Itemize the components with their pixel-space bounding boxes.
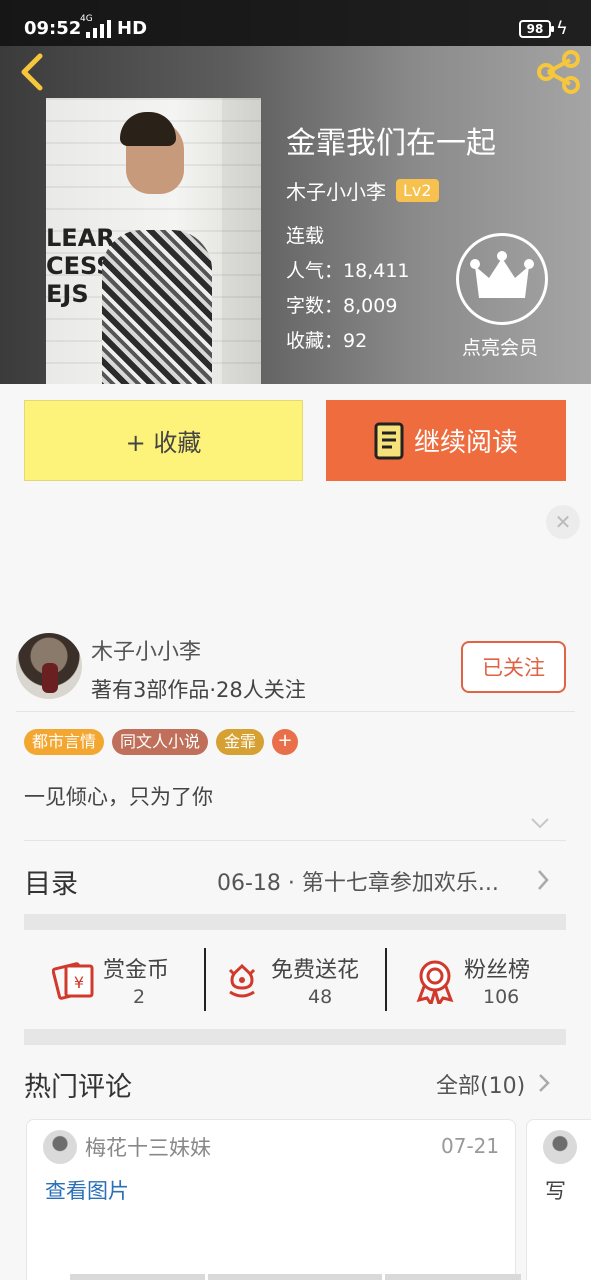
book-header: 09:52 4G HD 98 ϟ LEAR CESS EJS 金霏我们在一起 木… <box>0 0 591 384</box>
comment-card[interactable]: 梅花十三妹妹 07-21 查看图片 <box>26 1119 516 1280</box>
hd-indicator: HD <box>117 18 148 39</box>
stat-value: 48 <box>308 986 333 1008</box>
book-cover-image[interactable]: LEAR CESS EJS <box>46 98 261 384</box>
fan-ranking-item[interactable]: 粉丝榜 106 <box>415 948 555 1012</box>
tag-chip[interactable]: 同文人小说 <box>112 729 209 755</box>
book-icon <box>374 422 404 459</box>
chevron-right-icon[interactable] <box>537 1072 551 1094</box>
comment-body: 写 <box>545 1179 566 1203</box>
author-stats: 著有3部作品·28人关注 <box>91 678 306 702</box>
comment-card[interactable]: 写 <box>526 1119 591 1280</box>
status-bar: 09:52 4G HD 98 ϟ <box>0 0 591 46</box>
card-footer-strip <box>208 1274 382 1280</box>
charging-icon: ϟ <box>556 18 568 39</box>
hot-comments-title: 热门评论 <box>24 1072 132 1103</box>
book-author[interactable]: 木子小小李 <box>286 176 386 205</box>
continue-reading-button[interactable]: 继续阅读 <box>326 400 566 481</box>
divider <box>24 840 566 841</box>
flower-icon <box>228 963 256 998</box>
stat-value: 106 <box>483 986 520 1008</box>
book-title: 金霏我们在一起 <box>286 126 496 161</box>
avatar[interactable] <box>43 1130 77 1164</box>
card-footer-strip <box>385 1274 521 1280</box>
add-tag-button[interactable]: + <box>272 729 299 755</box>
reward-coins-item[interactable]: ¥ 赏金币 2 <box>50 948 180 1012</box>
continue-reading-label: 继续阅读 <box>413 428 518 458</box>
section-separator <box>24 914 566 930</box>
avatar[interactable] <box>543 1130 577 1164</box>
cover-figure <box>102 230 212 384</box>
chevron-right-icon[interactable] <box>536 868 550 892</box>
toc-title[interactable]: 目录 <box>24 862 78 901</box>
all-comments-link[interactable]: 全部(10) <box>436 1068 525 1100</box>
author-name[interactable]: 木子小小李 <box>91 634 201 666</box>
stat-value: 2 <box>133 986 146 1008</box>
ribbon-medal-icon <box>416 960 454 1004</box>
crown-icon <box>456 233 548 325</box>
battery-icon: 98 <box>519 20 554 38</box>
latest-chapter[interactable]: 06-18 · 第十七章参加欢乐... <box>217 865 499 897</box>
divider <box>204 948 206 1011</box>
section-separator <box>24 1029 566 1045</box>
back-arrow-icon[interactable] <box>14 50 54 94</box>
view-image-link[interactable]: 查看图片 <box>45 1175 129 1205</box>
author-avatar[interactable] <box>16 633 82 699</box>
book-summary: 一见倾心，只为了你 <box>24 785 213 809</box>
free-flowers-item[interactable]: 免费送花 48 <box>222 948 372 1012</box>
collect-button[interactable]: + 收藏 <box>24 400 303 481</box>
close-icon[interactable]: ✕ <box>546 505 580 539</box>
stat-label: 赏金币 <box>103 958 170 983</box>
tag-list: 都市言情 同文人小说 金霏 + <box>24 729 299 755</box>
stat-label: 免费送花 <box>271 958 360 983</box>
vip-label: 点亮会员 <box>461 337 538 359</box>
divider <box>385 948 387 1011</box>
red-envelope-icon: ¥ <box>52 962 94 1000</box>
divider <box>16 711 575 712</box>
share-icon[interactable] <box>534 48 582 96</box>
svg-text:¥: ¥ <box>74 973 84 992</box>
follow-button[interactable]: 已关注 <box>461 641 566 693</box>
tag-chip[interactable]: 都市言情 <box>24 729 105 755</box>
stat-label: 粉丝榜 <box>464 958 531 983</box>
network-type: 4G <box>80 14 93 24</box>
tag-chip[interactable]: 金霏 <box>216 729 265 755</box>
signal-icon: 4G <box>80 14 111 38</box>
comment-user[interactable]: 梅花十三妹妹 <box>85 1132 211 1162</box>
card-footer-strip <box>70 1274 205 1280</box>
book-author-row: 木子小小李 Lv2 <box>286 176 496 205</box>
level-badge: Lv2 <box>396 179 439 202</box>
status-time: 09:52 <box>24 18 82 39</box>
vip-button[interactable]: 点亮会员 <box>456 233 548 360</box>
chevron-down-icon[interactable] <box>530 816 550 830</box>
comment-date: 07-21 <box>441 1134 500 1158</box>
